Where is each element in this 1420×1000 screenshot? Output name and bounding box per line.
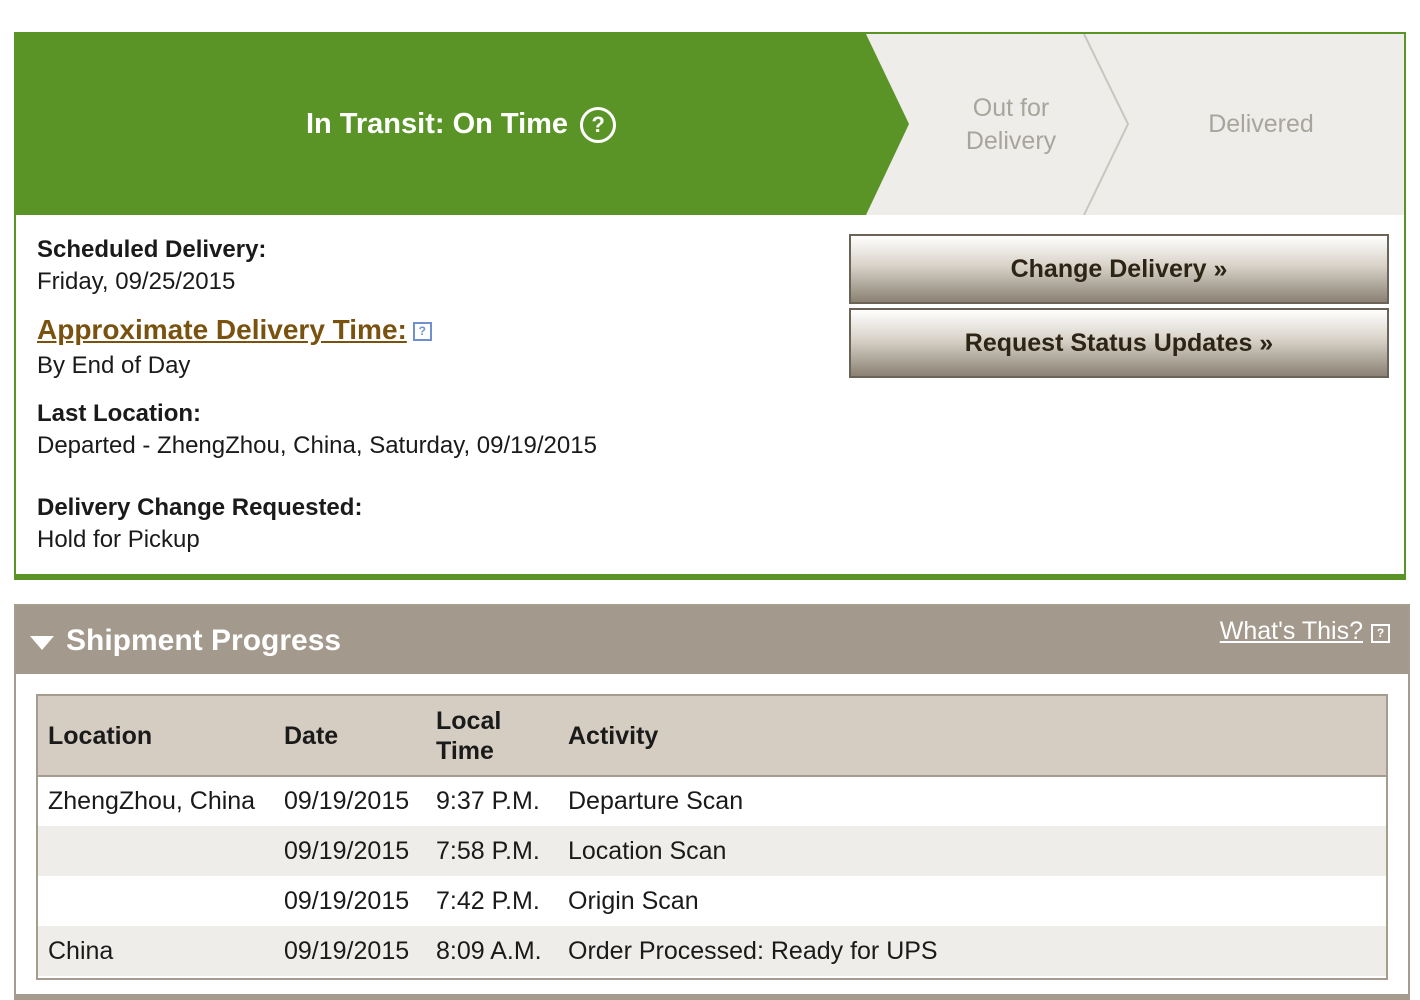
cell-location [38, 876, 274, 926]
stage-out-for-delivery: Out for Delivery [965, 93, 1057, 155]
table-row: China 09/19/2015 8:09 A.M. Order Process… [38, 926, 1386, 976]
cell-activity: Order Processed: Ready for UPS [568, 936, 938, 965]
panel-bottom-border [14, 994, 1410, 1000]
cell-date: 09/19/2015 [284, 886, 410, 915]
scheduled-delivery-value: Friday, 09/25/2015 [37, 268, 236, 295]
delivery-change-value: Hold for Pickup [37, 526, 200, 553]
delivery-details: Scheduled Delivery: Friday, 09/25/2015 A… [37, 234, 817, 556]
table-header-row: Location Date Local Time Activity [38, 696, 1386, 776]
cell-local-time: 7:42 P.M. [436, 886, 540, 915]
last-location-label: Last Location: [37, 400, 202, 427]
cell-local-time: 9:37 P.M. [436, 787, 540, 815]
cell-local-time: 8:09 A.M. [436, 936, 542, 965]
cell-activity: Departure Scan [568, 787, 744, 815]
whats-this-link[interactable]: What's This? [1220, 617, 1363, 645]
shipment-status-card: In Transit: On Time ? Out for Delivery D… [14, 32, 1406, 580]
whats-this: What's This?? [1220, 617, 1390, 646]
shipment-progress-panel: Shipment Progress What's This?? Location… [14, 604, 1410, 1000]
column-header-local-time: Local Time [436, 706, 502, 765]
table-row: ZhengZhou, China 09/19/2015 9:37 P.M. De… [38, 776, 1386, 826]
cell-activity: Origin Scan [568, 886, 699, 915]
column-header-date: Date [284, 721, 339, 750]
column-header-activity: Activity [568, 721, 659, 750]
approximate-delivery-time-value: By End of Day [37, 352, 191, 379]
column-header-location: Location [48, 721, 153, 750]
info-icon[interactable]: ? [412, 322, 432, 341]
approximate-delivery-time-link[interactable]: Approximate Delivery Time: [37, 314, 407, 345]
cell-date: 09/19/2015 [284, 787, 410, 815]
request-status-updates-button[interactable]: Request Status Updates » [849, 308, 1389, 378]
cell-date: 09/19/2015 [284, 936, 410, 965]
shipment-progress-title: Shipment Progress [66, 624, 342, 657]
stage-divider [1083, 34, 1130, 215]
shipment-progress-table: Location Date Local Time Activity ZhengZ… [36, 694, 1388, 980]
cell-location [38, 826, 274, 876]
last-location-value: Departed - ZhengZhou, China, Saturday, 0… [37, 432, 597, 459]
change-delivery-button[interactable]: Change Delivery » [849, 234, 1389, 304]
cell-activity: Location Scan [568, 836, 727, 865]
shipment-progress-header[interactable]: Shipment Progress What's This?? [16, 606, 1408, 674]
cell-location: ZhengZhou, China [48, 787, 256, 815]
info-icon[interactable]: ? [1371, 624, 1390, 643]
help-circle-icon[interactable]: ? [580, 106, 617, 143]
cell-local-time: 7:58 P.M. [436, 836, 540, 865]
cell-date: 09/19/2015 [284, 836, 410, 865]
table-row: 09/19/2015 7:42 P.M. Origin Scan [38, 876, 1386, 926]
table-row: 09/19/2015 7:58 P.M. Location Scan [38, 826, 1386, 876]
delivery-change-label: Delivery Change Requested: [37, 494, 363, 521]
collapse-triangle-icon[interactable] [30, 636, 54, 650]
stage-delivered: Delivered [1208, 110, 1314, 138]
cell-location: China [48, 936, 114, 965]
delivery-progress-tracker: In Transit: On Time ? Out for Delivery D… [16, 34, 1404, 215]
stage-in-transit-label: In Transit: On Time [305, 108, 569, 140]
stage-in-transit: In Transit: On Time ? [16, 34, 906, 215]
scheduled-delivery-label: Scheduled Delivery: [37, 236, 267, 263]
